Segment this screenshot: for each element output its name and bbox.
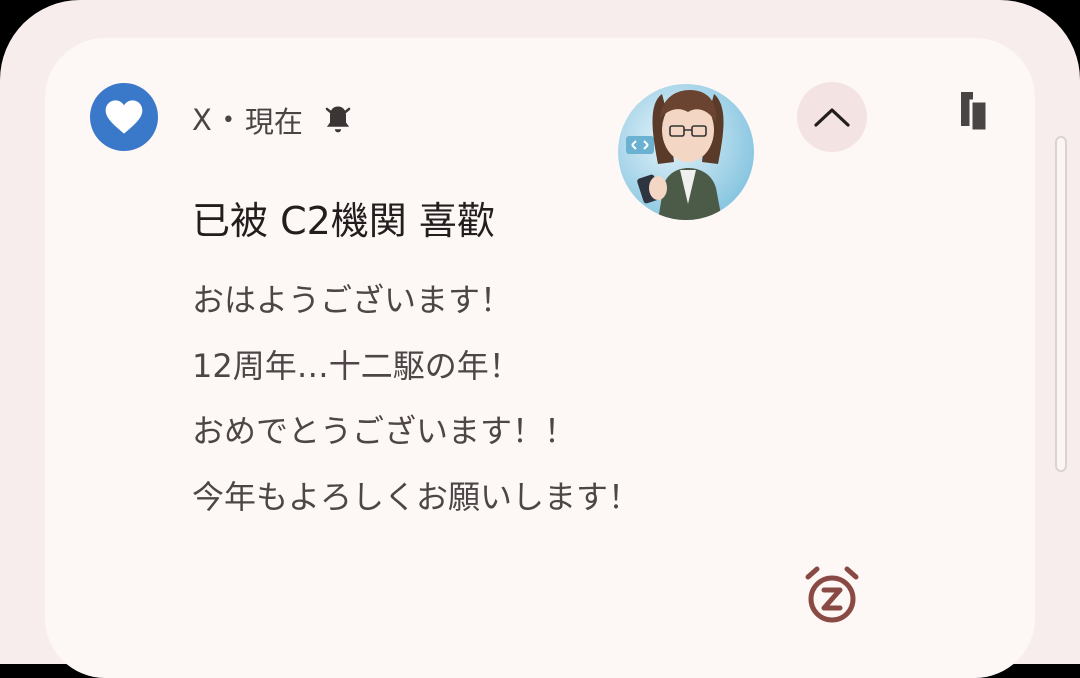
bell-icon	[323, 104, 353, 136]
notification-title: 已被 C2機関 喜歡	[192, 199, 495, 243]
body-line: おはようございます！	[192, 281, 513, 319]
bubble-icon[interactable]	[958, 90, 990, 138]
avatar	[618, 84, 754, 220]
app-icon	[90, 83, 158, 151]
heart-icon	[105, 100, 143, 134]
chevron-up-icon	[814, 108, 850, 127]
notification-header: X • 現在	[192, 100, 353, 140]
separator: •	[221, 107, 235, 133]
app-name: X	[192, 103, 212, 137]
notification-body: おはようございます！ 12周年…十二駆の年！ おめでとうございます！！ 今年もよ…	[192, 268, 640, 530]
collapse-button[interactable]	[797, 82, 867, 152]
body-line: 今年もよろしくお願いします！	[192, 477, 641, 516]
body-line: 12周年…十二駆の年！	[192, 346, 521, 385]
snooze-alarm-icon	[805, 566, 859, 623]
scrollbar[interactable]	[1055, 136, 1067, 472]
timestamp: 現在	[244, 105, 303, 139]
body-line: おめでとうございます！！	[192, 412, 577, 450]
snooze-button[interactable]	[800, 564, 864, 628]
